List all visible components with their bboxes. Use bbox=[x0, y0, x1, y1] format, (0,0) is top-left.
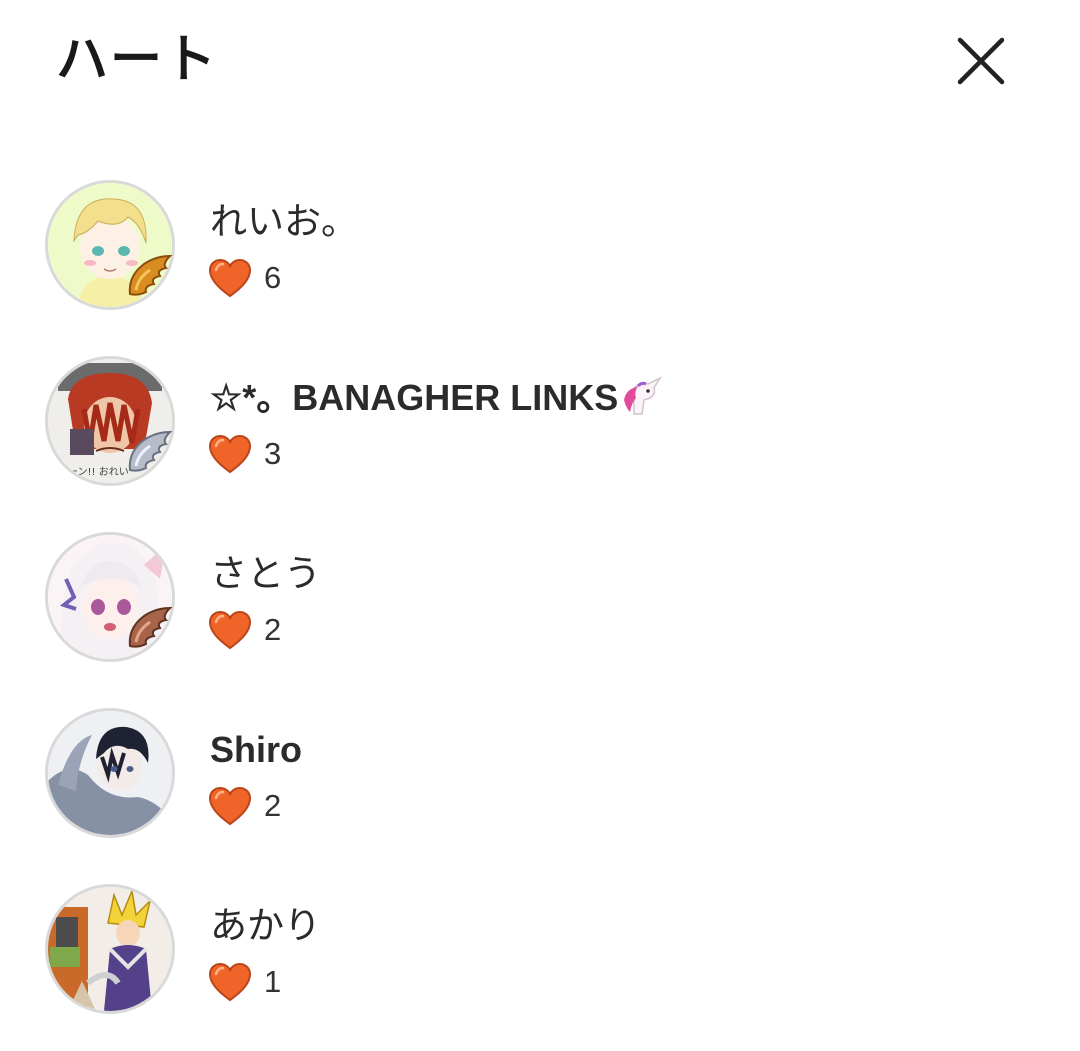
heart-count: 2 bbox=[208, 784, 281, 828]
heart-icon bbox=[208, 610, 252, 650]
user-name[interactable]: さとう bbox=[210, 548, 321, 600]
heart-icon bbox=[208, 962, 252, 1002]
heart-count-value: 2 bbox=[264, 612, 282, 647]
heart-count: 2 bbox=[208, 608, 281, 652]
gold-wing-badge bbox=[128, 254, 173, 296]
heart-count: 6 bbox=[208, 256, 281, 300]
avatar[interactable] bbox=[45, 708, 175, 838]
heart-icon bbox=[208, 434, 252, 474]
heart-count-value: 3 bbox=[264, 436, 282, 471]
user-name[interactable]: れいお。 bbox=[210, 196, 358, 248]
heart-count: 3 bbox=[208, 432, 281, 476]
unicorn-emoji bbox=[620, 376, 664, 430]
list-item[interactable]: ーン!! おれい ☆*。BANAGHER LINKS 3 bbox=[0, 346, 1080, 522]
close-icon bbox=[957, 37, 1005, 85]
user-name[interactable]: ☆*。BANAGHER LINKS bbox=[210, 372, 664, 430]
heart-count-value: 2 bbox=[264, 788, 282, 823]
user-name-text: ☆*。BANAGHER LINKS bbox=[210, 377, 619, 418]
hearts-list: れいお。 6 ーン!! おれい ☆*。BANAGHER LINKS 3 さとう … bbox=[0, 170, 1080, 1050]
list-item[interactable]: あかり 1 bbox=[0, 874, 1080, 1050]
close-button[interactable] bbox=[950, 30, 1012, 92]
heart-count-value: 1 bbox=[264, 964, 282, 999]
heart-icon bbox=[208, 786, 252, 826]
heart-count-value: 6 bbox=[264, 260, 282, 295]
list-item[interactable]: れいお。 6 bbox=[0, 170, 1080, 346]
heart-count: 1 bbox=[208, 960, 281, 1004]
avatar[interactable] bbox=[45, 884, 175, 1014]
page-title: ハート bbox=[56, 30, 219, 90]
list-item[interactable]: Shiro 2 bbox=[0, 698, 1080, 874]
user-name[interactable]: Shiro bbox=[210, 724, 302, 776]
silver-wing-badge bbox=[128, 430, 173, 472]
user-name[interactable]: あかり bbox=[210, 900, 321, 952]
bronze-wing-badge bbox=[128, 606, 173, 648]
heart-icon bbox=[208, 258, 252, 298]
hearts-sheet: ハート れいお。 6 ーン!! おれい ☆*。BANAGHER LINKS 3 … bbox=[0, 0, 1080, 1051]
list-item[interactable]: さとう 2 bbox=[0, 522, 1080, 698]
svg-text:ーン!! おれい: ーン!! おれい bbox=[68, 466, 129, 478]
